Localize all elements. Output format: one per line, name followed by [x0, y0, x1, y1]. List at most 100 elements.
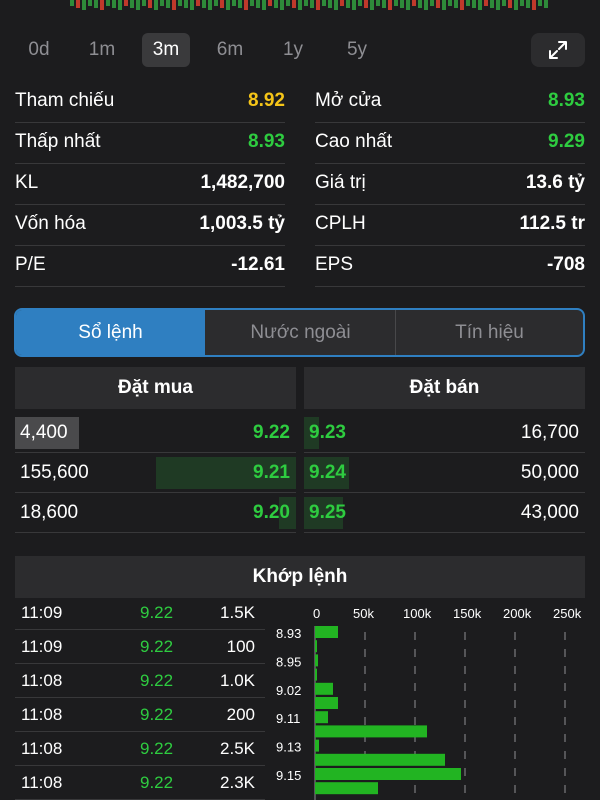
strip-bar: [460, 0, 464, 10]
strip-bar: [166, 0, 170, 8]
strip-bar: [496, 0, 500, 10]
strip-bar: [478, 0, 482, 10]
trade-volume: 2.5K: [220, 739, 255, 758]
strip-bar: [190, 0, 194, 10]
x-tick-label: 150k: [453, 606, 482, 621]
bid-volume: 4,400: [20, 422, 68, 443]
strip-bar: [106, 0, 110, 6]
stat-label: CPLH: [315, 213, 366, 234]
ask-row[interactable]: 9.23 16,700: [304, 413, 585, 453]
strip-bar: [124, 0, 128, 6]
volume-bar: [315, 654, 318, 667]
trade-row: 11:08 9.22 2.5K: [15, 732, 265, 766]
strip-bar: [328, 0, 332, 8]
range-tab-6m[interactable]: 6m: [206, 33, 254, 67]
strip-bar: [184, 0, 188, 8]
x-tick-label: 0: [313, 606, 320, 621]
strip-bar: [442, 0, 446, 10]
expand-button[interactable]: [531, 33, 585, 67]
strip-bar: [88, 0, 92, 6]
stat-reference: Tham chiếu 8.92: [15, 82, 285, 123]
trade-price: 9.22: [140, 773, 174, 792]
strip-bar: [244, 0, 248, 10]
strip-bar: [454, 0, 458, 8]
stat-open: Mở cửa 8.93: [315, 82, 585, 123]
range-tab-3m[interactable]: 3m: [142, 33, 190, 67]
volume-bar: [315, 753, 445, 766]
strip-bar: [238, 0, 242, 8]
strip-bar: [418, 0, 422, 8]
strip-bar: [220, 0, 224, 8]
stat-volume: KL 1,482,700: [15, 164, 285, 205]
trade-time: 11:09: [21, 637, 63, 656]
price-level-label: 9.11: [276, 711, 300, 726]
strip-bar: [226, 0, 230, 10]
volume-bar: [315, 725, 427, 738]
bid-row[interactable]: 4,400 9.22: [15, 413, 296, 453]
strip-bar: [532, 0, 536, 10]
expand-arrows-icon: [549, 41, 567, 59]
ask-price: 9.25: [309, 502, 346, 523]
stat-label: Tham chiếu: [15, 90, 115, 111]
stat-value: -708: [546, 254, 585, 275]
trade-time: 11:09: [21, 603, 63, 622]
stat-value-traded: Giá trị 13.6 tỷ: [315, 164, 585, 205]
range-tab-1y[interactable]: 1y: [269, 33, 317, 67]
stat-market-cap: Vốn hóa 1,003.5 tỷ: [15, 205, 285, 246]
strip-bar: [352, 0, 356, 10]
volume-bar: [315, 668, 317, 681]
trade-price: 9.22: [140, 637, 174, 656]
strip-bar: [82, 0, 86, 10]
strip-bar: [436, 0, 440, 8]
strip-bar: [310, 0, 314, 8]
strip-bar: [262, 0, 266, 10]
stat-value: 112.5 tr: [519, 213, 586, 234]
stat-label: EPS: [315, 254, 354, 275]
strip-bar: [514, 0, 518, 10]
stat-value: 1,003.5 tỷ: [199, 213, 285, 234]
volume-bar: [315, 640, 317, 653]
stat-label: Mở cửa: [315, 90, 382, 111]
price-level-label: 8.93: [276, 626, 301, 641]
trade-price: 9.22: [140, 603, 174, 622]
volume-bar: [315, 626, 338, 638]
trade-price: 9.22: [140, 671, 174, 690]
range-tab-0d[interactable]: 0d: [15, 33, 63, 67]
bid-row[interactable]: 155,600 9.21: [15, 453, 296, 493]
stat-label: Cao nhất: [315, 131, 393, 152]
strip-bar: [346, 0, 350, 8]
strip-bar: [160, 0, 164, 6]
stat-value: 8.93: [548, 90, 585, 111]
tab-signals[interactable]: Tín hiệu: [396, 310, 583, 355]
trade-volume: 1.5K: [220, 603, 255, 622]
bid-price: 9.22: [253, 422, 290, 443]
trade-price: 9.22: [140, 739, 174, 758]
tab-foreign[interactable]: Nước ngoài: [206, 310, 395, 355]
range-tab-5y[interactable]: 5y: [333, 33, 381, 67]
strip-bar: [130, 0, 134, 8]
strip-bar: [196, 0, 200, 6]
trade-row: 11:09 9.22 100: [15, 630, 265, 664]
price-level-label: 9.15: [276, 768, 301, 783]
strip-bar: [154, 0, 158, 10]
bid-volume: 155,600: [20, 462, 89, 483]
range-tab-1m[interactable]: 1m: [78, 33, 126, 67]
stat-value: 13.6 tỷ: [525, 172, 585, 193]
strip-bar: [526, 0, 530, 8]
volume-bar: [315, 782, 378, 795]
strip-bar: [400, 0, 404, 8]
strip-bar: [424, 0, 428, 10]
strip-bar: [466, 0, 470, 6]
ask-row[interactable]: 9.24 50,000: [304, 453, 585, 493]
bid-row[interactable]: 18,600 9.20: [15, 493, 296, 533]
stat-value: 1,482,700: [200, 172, 285, 193]
time-range-tabs: 0d 1m 3m 6m 1y 5y: [0, 30, 600, 70]
ask-row[interactable]: 9.25 43,000: [304, 493, 585, 533]
section-segmented-control: Sổ lệnh Nước ngoài Tín hiệu: [14, 308, 585, 357]
trade-row: 11:08 9.22 200: [15, 698, 265, 732]
trade-volume: 1.0K: [220, 671, 255, 690]
strip-bar: [502, 0, 506, 6]
tab-order-book[interactable]: Sổ lệnh: [16, 310, 205, 355]
strip-bar: [520, 0, 524, 6]
price-level-label: 8.95: [276, 654, 301, 669]
